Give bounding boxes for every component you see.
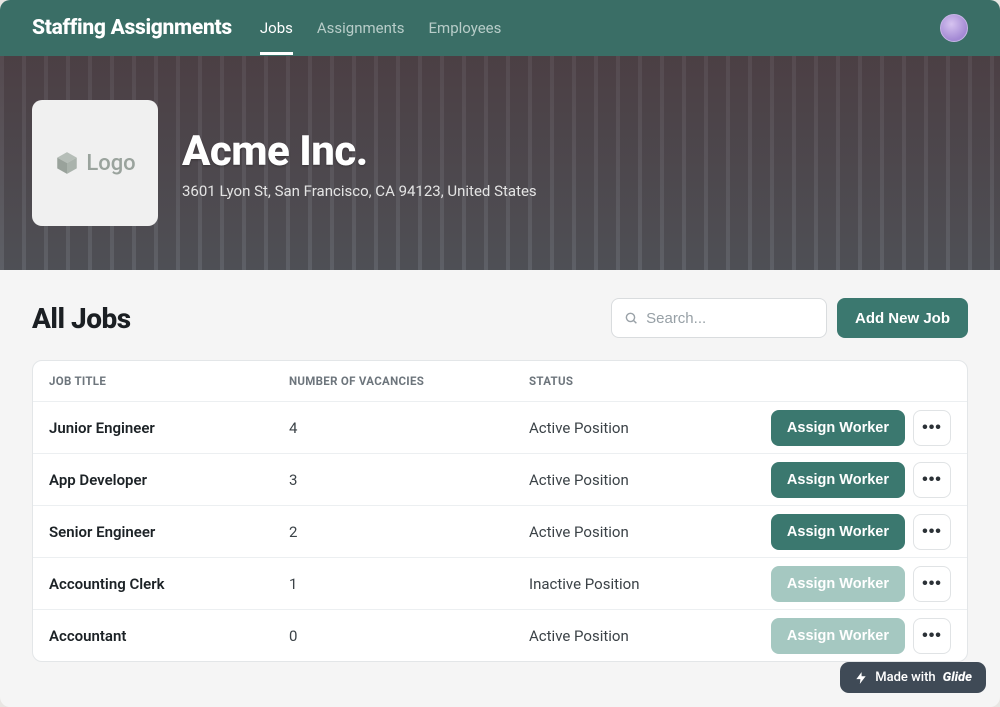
job-vacancies: 1 [289, 575, 529, 593]
col-job-title: JOB TITLE [49, 374, 289, 388]
job-status: Active Position [529, 627, 771, 645]
row-more-button[interactable]: ••• [913, 618, 951, 654]
assign-worker-button: Assign Worker [771, 618, 905, 654]
job-title: Junior Engineer [49, 419, 289, 437]
company-address: 3601 Lyon St, San Francisco, CA 94123, U… [182, 182, 537, 200]
company-hero: Logo Acme Inc. 3601 Lyon St, San Francis… [0, 56, 1000, 270]
assign-worker-button[interactable]: Assign Worker [771, 514, 905, 550]
company-name: Acme Inc. [182, 127, 537, 176]
job-vacancies: 2 [289, 523, 529, 541]
made-with-prefix: Made with [875, 670, 935, 685]
assign-worker-button: Assign Worker [771, 566, 905, 602]
row-more-button[interactable]: ••• [913, 566, 951, 602]
job-vacancies: 4 [289, 419, 529, 437]
more-icon: ••• [922, 523, 942, 541]
nav-employees[interactable]: Employees [429, 2, 502, 55]
add-new-job-button[interactable]: Add New Job [837, 298, 968, 338]
assign-worker-button[interactable]: Assign Worker [771, 462, 905, 498]
row-more-button[interactable]: ••• [913, 410, 951, 446]
company-logo: Logo [32, 100, 158, 226]
search-icon [624, 310, 638, 326]
table-row[interactable]: App Developer 3 Active Position Assign W… [33, 453, 967, 505]
job-title: App Developer [49, 471, 289, 489]
table-row[interactable]: Accounting Clerk 1 Inactive Position Ass… [33, 557, 967, 609]
more-icon: ••• [922, 575, 942, 593]
jobs-table: JOB TITLE NUMBER OF VACANCIES STATUS Jun… [32, 360, 968, 662]
table-row[interactable]: Junior Engineer 4 Active Position Assign… [33, 401, 967, 453]
table-header: JOB TITLE NUMBER OF VACANCIES STATUS [33, 361, 967, 401]
row-more-button[interactable]: ••• [913, 462, 951, 498]
job-vacancies: 0 [289, 627, 529, 645]
job-title: Senior Engineer [49, 523, 289, 541]
made-with-badge[interactable]: Made with Glide [840, 662, 986, 693]
more-icon: ••• [922, 471, 942, 489]
search-input[interactable] [646, 310, 814, 327]
row-more-button[interactable]: ••• [913, 514, 951, 550]
table-row[interactable]: Accountant 0 Active Position Assign Work… [33, 609, 967, 661]
made-with-brand: Glide [943, 670, 972, 685]
job-status: Active Position [529, 523, 771, 541]
more-icon: ••• [922, 627, 942, 645]
cube-icon [54, 150, 80, 176]
section-title-all-jobs: All Jobs [32, 302, 131, 335]
job-title: Accounting Clerk [49, 575, 289, 593]
primary-nav: Jobs Assignments Employees [260, 2, 502, 55]
table-row[interactable]: Senior Engineer 2 Active Position Assign… [33, 505, 967, 557]
col-vacancies: NUMBER OF VACANCIES [289, 374, 529, 388]
nav-jobs[interactable]: Jobs [260, 2, 293, 55]
job-status: Active Position [529, 471, 771, 489]
logo-placeholder-text: Logo [86, 151, 135, 176]
company-info: Acme Inc. 3601 Lyon St, San Francisco, C… [182, 127, 537, 200]
col-status: STATUS [529, 374, 951, 388]
job-status: Active Position [529, 419, 771, 437]
job-title: Accountant [49, 627, 289, 645]
user-avatar[interactable] [940, 14, 968, 42]
more-icon: ••• [922, 419, 942, 437]
nav-assignments[interactable]: Assignments [317, 2, 405, 55]
bolt-icon [854, 671, 868, 685]
job-vacancies: 3 [289, 471, 529, 489]
topbar: Staffing Assignments Jobs Assignments Em… [0, 0, 1000, 56]
job-status: Inactive Position [529, 575, 771, 593]
app-title: Staffing Assignments [32, 16, 232, 40]
search-box[interactable] [611, 298, 827, 338]
jobs-section-header: All Jobs Add New Job [32, 298, 968, 338]
assign-worker-button[interactable]: Assign Worker [771, 410, 905, 446]
